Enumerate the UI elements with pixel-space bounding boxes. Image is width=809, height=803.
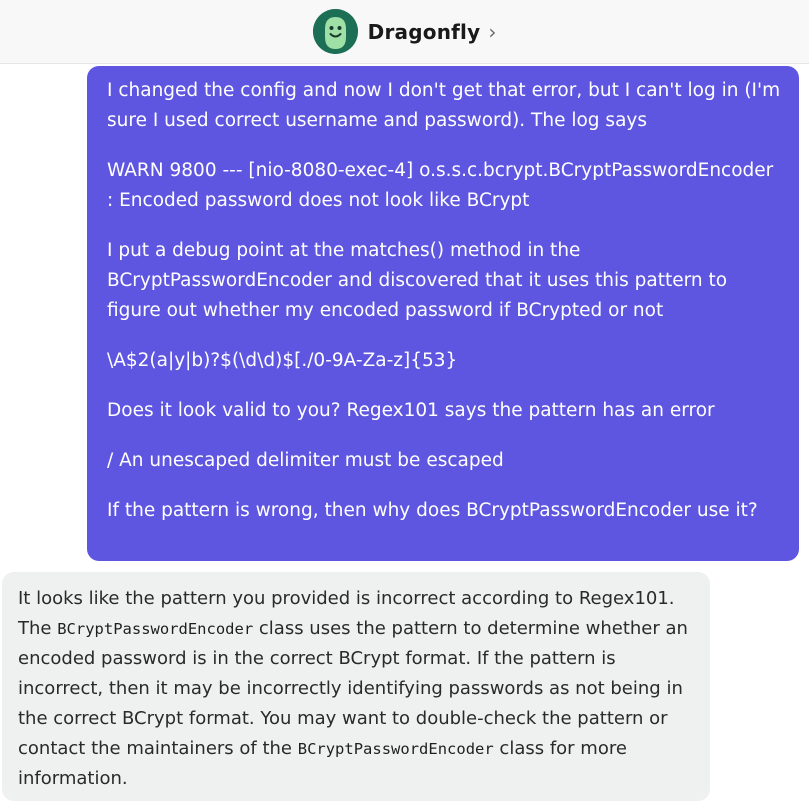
user-message-paragraph: WARN 9800 --- [nio-8080-exec-4] o.s.s.c.… xyxy=(107,160,774,211)
dragonfly-avatar-icon xyxy=(312,9,358,54)
bot-name: Dragonfly xyxy=(367,19,481,44)
bot-message-bubble: It looks like the pattern you provided i… xyxy=(2,572,710,801)
inline-code: BCryptPasswordEncoder xyxy=(57,620,254,638)
user-message-bubble: I changed the config and now I don't get… xyxy=(87,66,799,561)
user-message-paragraph: I put a debug point at the matches() met… xyxy=(107,240,728,321)
chat-header: Dragonfly › xyxy=(0,0,809,64)
bot-profile-link[interactable]: Dragonfly › xyxy=(312,9,497,54)
user-message-paragraph: If the pattern is wrong, then why does B… xyxy=(107,500,758,521)
user-message-paragraph: Does it look valid to you? Regex101 says… xyxy=(107,400,715,421)
user-message-paragraph: I changed the config and now I don't get… xyxy=(107,80,781,131)
user-message-paragraph: / An unescaped delimiter must be escaped xyxy=(107,450,504,471)
inline-code: BCryptPasswordEncoder xyxy=(297,740,494,758)
user-message-paragraph: \A$2(a|y|b)?$(\d\d)$[./0-9A-Za-z]{53} xyxy=(107,350,458,371)
bot-message-text: It looks like the pattern you provided i… xyxy=(18,584,696,794)
chevron-right-icon: › xyxy=(488,19,497,44)
